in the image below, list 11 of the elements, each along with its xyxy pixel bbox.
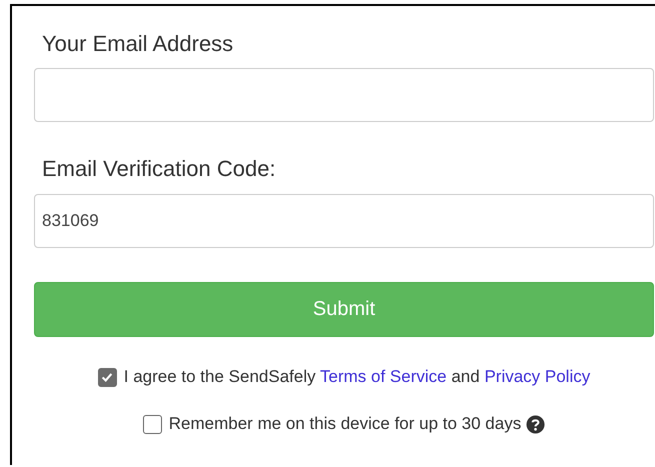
terms-link[interactable]: Terms of Service [320,367,447,386]
remember-checkbox[interactable] [142,414,162,434]
email-input[interactable] [34,68,654,122]
field-label: Your Email Address [42,30,234,58]
remember-text: Remember me on this device for up to 30 days [168,414,522,434]
field-label: Email Verification Code: [42,155,277,183]
privacy-link[interactable]: Privacy Policy [484,367,590,386]
code-input[interactable]: 831069 [34,194,654,248]
agree-text: I agree to the SendSafely Terms of Service and Privacy Policy [124,367,590,387]
help-icon[interactable] [526,414,546,434]
agree-checkbox[interactable] [98,368,117,386]
